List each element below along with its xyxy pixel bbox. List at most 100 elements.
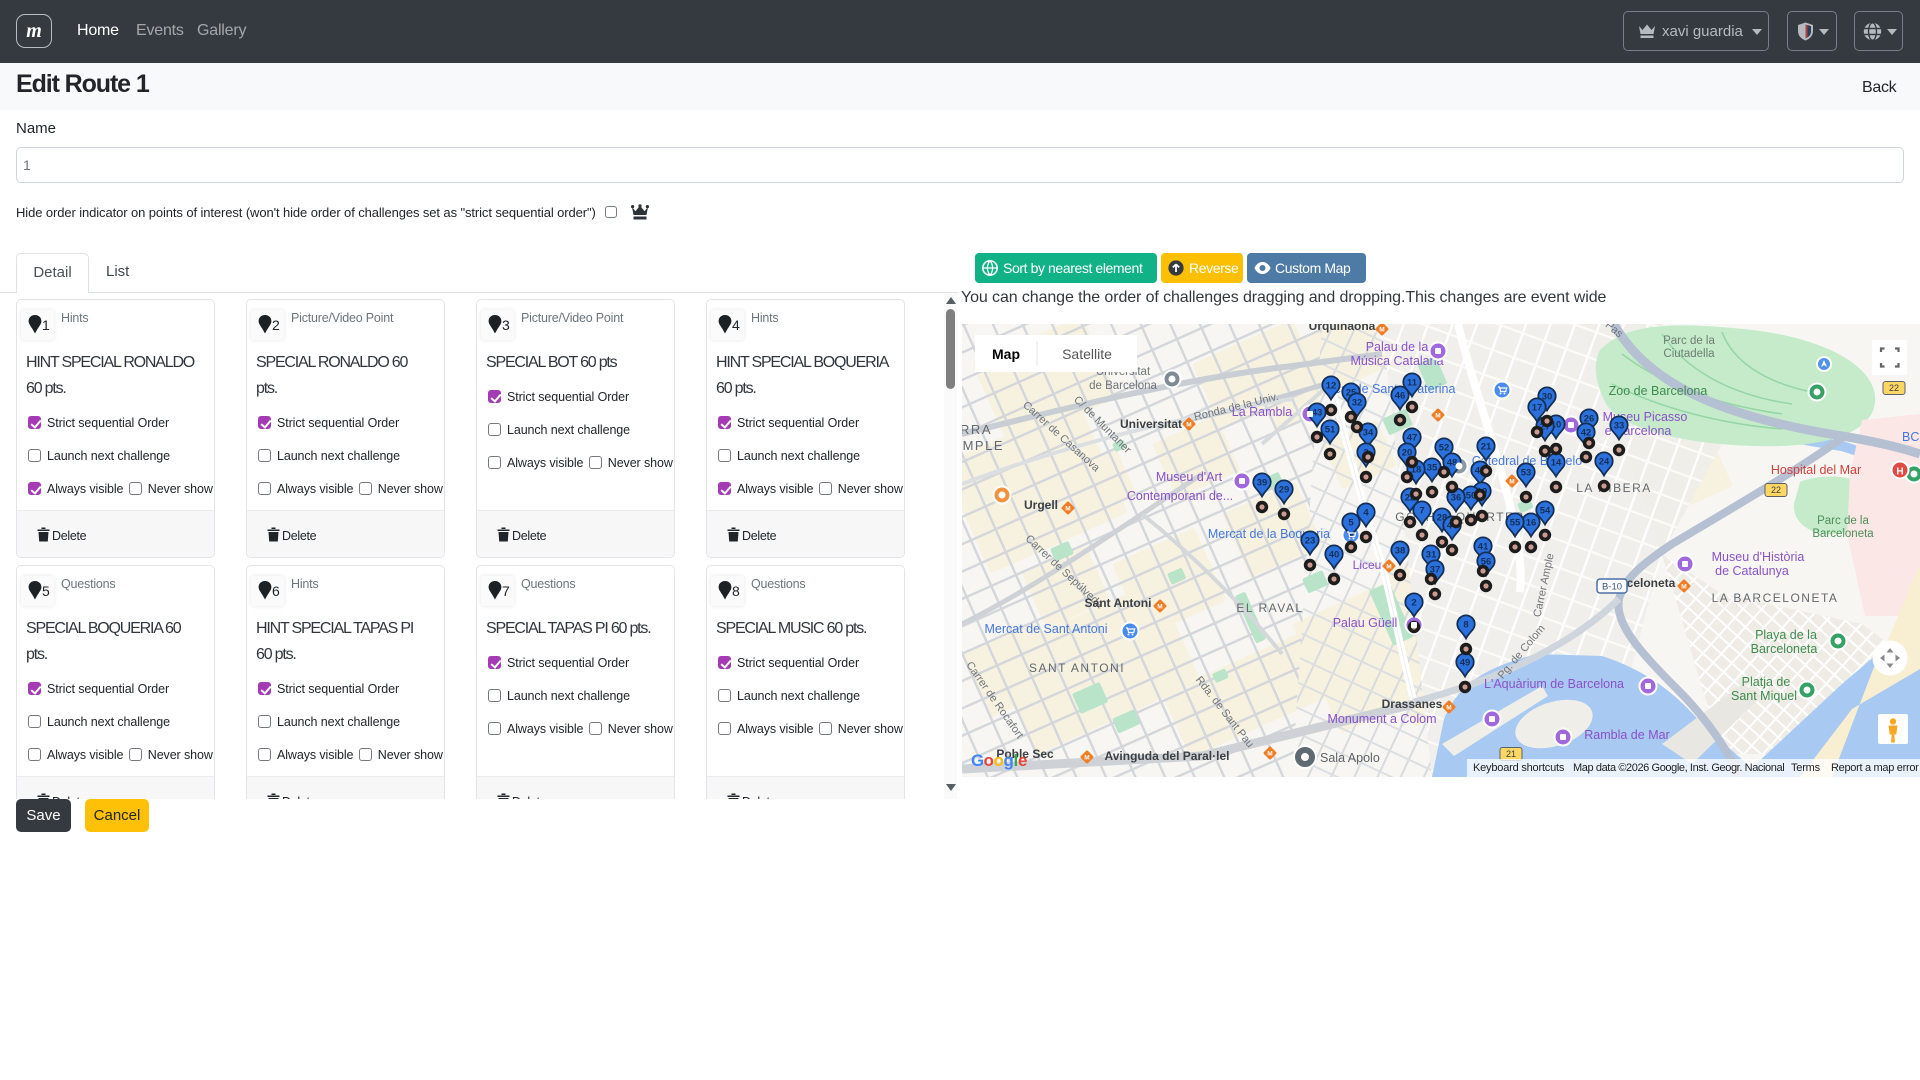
svg-text:e: e <box>1018 751 1027 770</box>
svg-text:EL RAVAL: EL RAVAL <box>1236 601 1303 615</box>
svg-text:L'Aquàrium de Barcelona: L'Aquàrium de Barcelona <box>1484 677 1624 691</box>
svg-text:M: M <box>1065 505 1070 512</box>
svg-text:5: 5 <box>1348 517 1354 528</box>
svg-text:o: o <box>984 751 994 770</box>
svg-text:Urgell: Urgell <box>1024 498 1058 512</box>
svg-text:M: M <box>1379 326 1384 333</box>
svg-text:B-10: B-10 <box>1602 582 1622 593</box>
svg-text:Playa de la: Playa de la <box>1755 628 1817 642</box>
svg-text:Ciutadella: Ciutadella <box>1663 348 1715 360</box>
svg-text:35: 35 <box>1427 462 1438 473</box>
svg-text:21: 21 <box>1481 441 1492 452</box>
svg-text:M: M <box>1681 583 1686 590</box>
svg-text:29: 29 <box>1279 484 1290 495</box>
svg-text:54: 54 <box>1540 505 1551 516</box>
svg-text:Museu d'Art: Museu d'Art <box>1156 470 1223 484</box>
svg-text:Universitat: Universitat <box>1120 417 1182 431</box>
svg-text:49: 49 <box>1460 657 1471 668</box>
svg-text:M: M <box>1509 478 1514 485</box>
svg-text:36: 36 <box>1451 492 1462 503</box>
svg-text:Avinguda del Paral·lel: Avinguda del Paral·lel <box>1105 749 1230 763</box>
svg-text:24: 24 <box>1599 456 1610 467</box>
svg-text:Parc de la: Parc de la <box>1817 515 1869 527</box>
svg-text:Drassanes: Drassanes <box>1382 697 1443 711</box>
svg-text:51: 51 <box>1325 424 1336 435</box>
svg-text:Liceu: Liceu <box>1353 558 1382 572</box>
svg-text:BCNa: BCNa <box>1902 430 1920 444</box>
svg-text:M: M <box>1446 704 1451 711</box>
svg-text:38: 38 <box>1395 545 1406 556</box>
svg-text:55: 55 <box>1510 517 1521 528</box>
svg-text:g: g <box>1004 751 1014 770</box>
svg-text:AMPLE: AMPLE <box>962 438 1004 453</box>
svg-text:22: 22 <box>1889 383 1899 393</box>
svg-text:Map: Map <box>992 346 1020 362</box>
svg-text:Sala Apolo: Sala Apolo <box>1320 751 1380 765</box>
svg-text:31: 31 <box>1426 549 1437 560</box>
svg-text:46: 46 <box>1395 390 1406 401</box>
svg-text:42: 42 <box>1581 427 1592 438</box>
svg-text:12: 12 <box>1326 380 1337 391</box>
svg-text:M: M <box>1386 563 1391 570</box>
svg-text:16: 16 <box>1526 517 1537 528</box>
svg-text:Rambla de Mar: Rambla de Mar <box>1584 728 1669 742</box>
svg-text:Urquinaona: Urquinaona <box>1309 324 1376 333</box>
svg-text:M: M <box>1435 412 1440 419</box>
svg-text:M: M <box>1267 750 1272 757</box>
svg-text:Terms: Terms <box>1791 762 1821 774</box>
svg-text:Sant Antoni: Sant Antoni <box>1085 596 1152 610</box>
svg-text:7: 7 <box>1419 505 1424 516</box>
svg-text:M: M <box>1186 421 1191 428</box>
svg-text:LA BARCELONETA: LA BARCELONETA <box>1712 591 1839 605</box>
svg-text:47: 47 <box>1407 432 1418 443</box>
svg-text:11: 11 <box>1407 377 1418 388</box>
svg-text:LA RIBERA: LA RIBERA <box>1576 481 1652 495</box>
svg-text:2: 2 <box>1411 597 1416 608</box>
svg-text:M: M <box>1084 754 1089 761</box>
svg-text:41: 41 <box>1478 541 1489 552</box>
svg-text:Sant Miquel: Sant Miquel <box>1731 689 1797 703</box>
svg-text:ERRA: ERRA <box>962 422 992 437</box>
svg-text:52: 52 <box>1439 442 1450 453</box>
svg-text:4: 4 <box>1363 507 1369 518</box>
svg-text:43: 43 <box>1312 407 1323 418</box>
svg-text:40: 40 <box>1329 549 1340 560</box>
svg-text:Map data ©2026 Google, Inst. G: Map data ©2026 Google, Inst. Geogr. Naci… <box>1573 762 1784 774</box>
svg-text:H: H <box>1896 467 1903 478</box>
svg-text:21: 21 <box>1506 749 1516 759</box>
svg-text:Parc de la: Parc de la <box>1663 335 1715 347</box>
svg-text:M: M <box>1157 603 1162 610</box>
svg-text:Hospital del Mar: Hospital del Mar <box>1771 463 1861 477</box>
svg-text:Platja de: Platja de <box>1742 675 1791 689</box>
svg-text:Museu d'Història: Museu d'Història <box>1712 550 1805 564</box>
svg-text:33: 33 <box>1614 420 1625 431</box>
svg-text:Report a map error: Report a map error <box>1831 762 1919 774</box>
svg-text:SANT ANTONI: SANT ANTONI <box>1029 661 1125 675</box>
svg-text:Barceloneta: Barceloneta <box>1812 528 1874 540</box>
svg-text:Palau de la: Palau de la <box>1366 340 1429 354</box>
svg-text:m: m <box>26 20 42 42</box>
svg-text:Contemporani de...: Contemporani de... <box>1127 489 1233 503</box>
svg-text:Satellite: Satellite <box>1062 346 1112 362</box>
svg-text:Barceloneta: Barceloneta <box>1751 642 1818 656</box>
svg-text:Mercat de Sant Antoni: Mercat de Sant Antoni <box>985 622 1108 636</box>
svg-text:17: 17 <box>1532 402 1543 413</box>
svg-text:8: 8 <box>1463 619 1468 630</box>
svg-text:o: o <box>994 751 1004 770</box>
svg-text:Monument a Colom: Monument a Colom <box>1327 712 1436 726</box>
svg-text:34: 34 <box>1363 427 1374 438</box>
svg-text:de Catalunya: de Catalunya <box>1715 564 1789 578</box>
svg-text:23: 23 <box>1305 535 1316 546</box>
svg-text:Música Catalana: Música Catalana <box>1350 354 1443 368</box>
svg-text:La Rambla: La Rambla <box>1232 405 1292 419</box>
svg-text:14: 14 <box>1551 457 1562 468</box>
svg-text:32: 32 <box>1352 397 1363 408</box>
svg-text:22: 22 <box>1771 485 1781 495</box>
svg-text:53: 53 <box>1521 467 1532 478</box>
svg-text:Palau Güell: Palau Güell <box>1333 616 1398 630</box>
svg-text:G: G <box>971 751 984 770</box>
svg-text:39: 39 <box>1257 477 1268 488</box>
svg-text:de Barcelona: de Barcelona <box>1089 380 1157 392</box>
svg-text:Zoo de Barcelona: Zoo de Barcelona <box>1609 384 1708 398</box>
svg-text:Keyboard shortcuts: Keyboard shortcuts <box>1473 762 1565 774</box>
